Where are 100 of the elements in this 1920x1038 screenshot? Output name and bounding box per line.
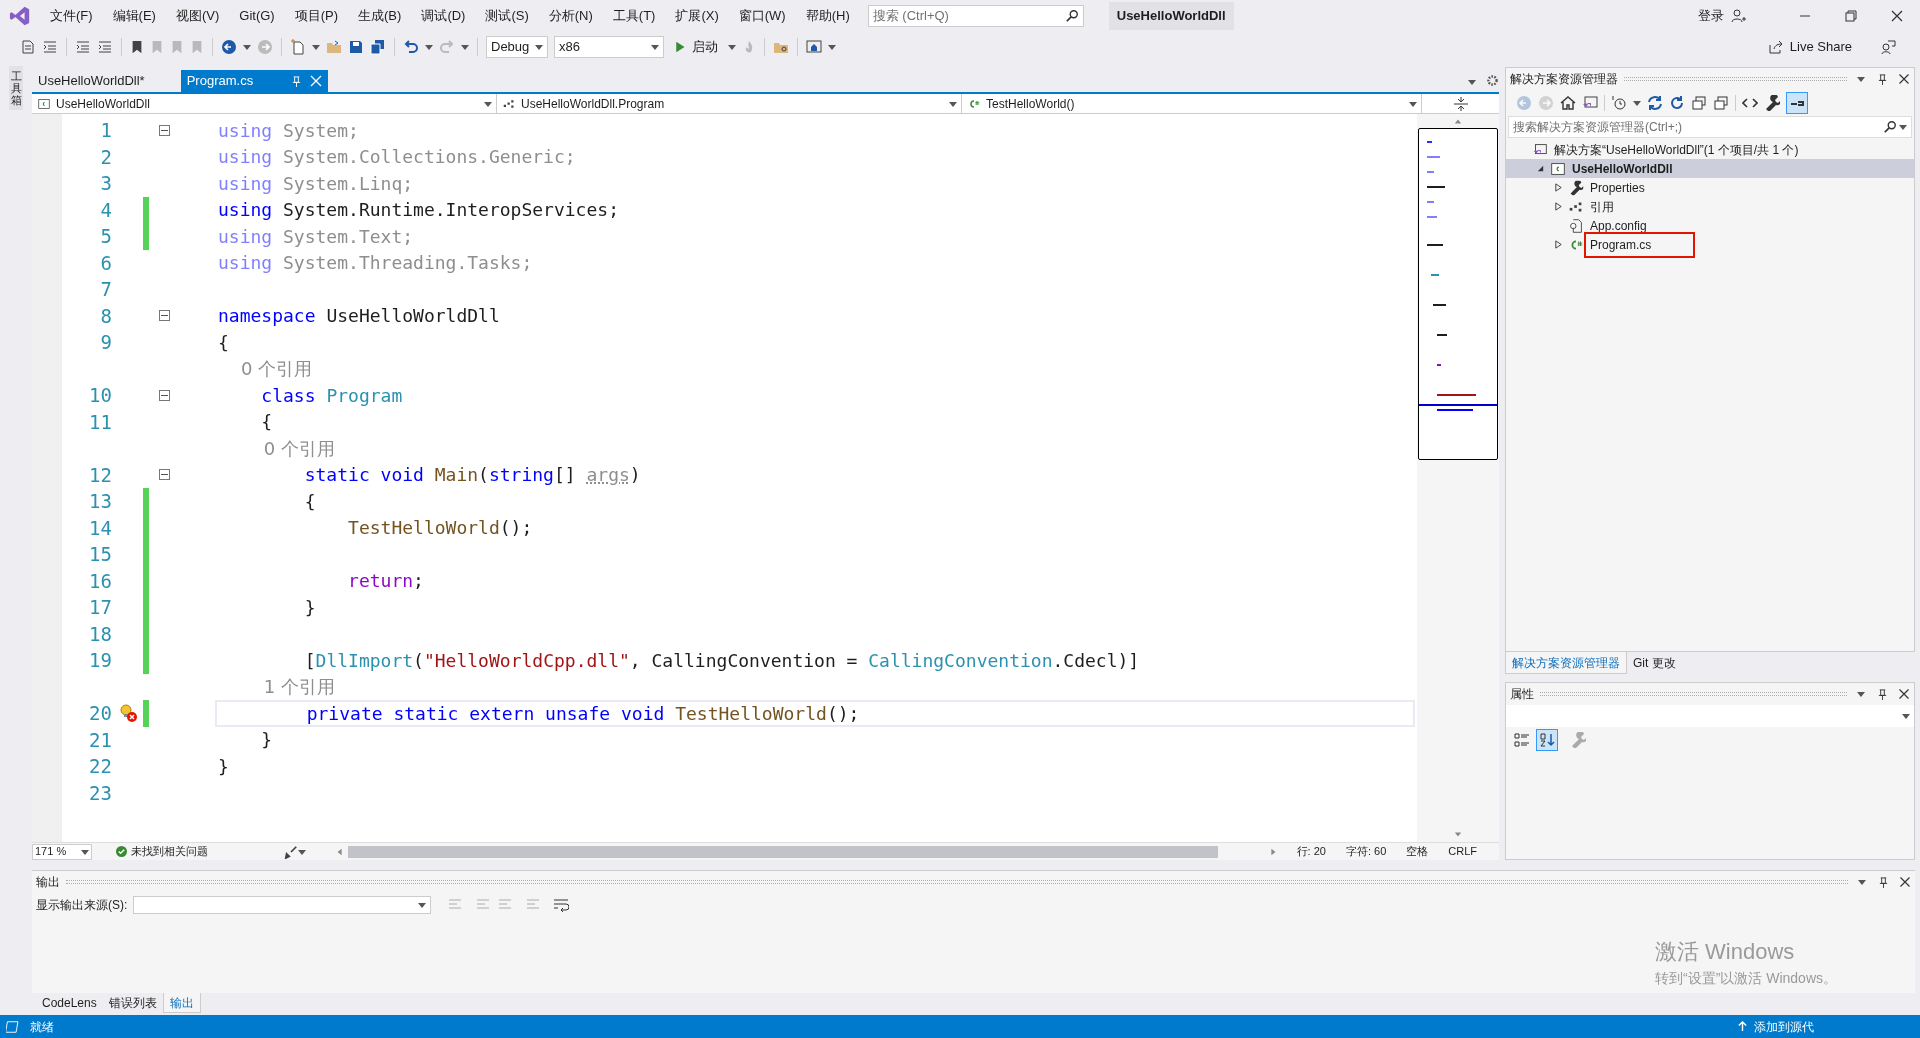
- search-field[interactable]: 搜索解决方案资源管理器(Ctrl+;): [1513, 118, 1883, 136]
- close-panel-icon[interactable]: [1898, 73, 1910, 85]
- collapse-toggle[interactable]: [158, 124, 170, 136]
- code-cleanup-icon[interactable]: [284, 844, 298, 859]
- search-box[interactable]: 搜索 (Ctrl+Q): [867, 5, 1084, 27]
- navigation-dropdown[interactable]: TestHelloWorld(): [962, 94, 1422, 113]
- bookmark-icon[interactable]: [130, 39, 144, 55]
- scroll-right-icon[interactable]: [1268, 847, 1277, 856]
- sign-in-link[interactable]: 登录: [1698, 6, 1724, 26]
- dropdown-caret-icon[interactable]: [1633, 99, 1641, 107]
- close-panel-icon[interactable]: [1899, 876, 1911, 888]
- settings-icon[interactable]: [1486, 74, 1499, 87]
- expand-arrow-icon[interactable]: [1553, 202, 1563, 211]
- word-wrap-icon[interactable]: [553, 897, 570, 913]
- collapse-toggle[interactable]: [158, 310, 170, 322]
- pin-icon[interactable]: [1877, 73, 1888, 85]
- lightbulb-error-icon[interactable]: [118, 703, 138, 724]
- dropdown-caret-icon[interactable]: [828, 43, 836, 51]
- account-icon[interactable]: [1730, 8, 1746, 24]
- horizontal-scrollbar-thumb[interactable]: [348, 845, 1218, 858]
- search-field[interactable]: 搜索 (Ctrl+Q): [872, 6, 1061, 26]
- search-options-icon[interactable]: [1899, 123, 1907, 131]
- toolbox-tab[interactable]: 工具箱: [9, 66, 23, 111]
- collapse-all-icon[interactable]: [1691, 95, 1707, 111]
- save-icon[interactable]: [348, 39, 364, 55]
- close-panel-icon[interactable]: [1898, 688, 1910, 700]
- refresh-icon[interactable]: [1669, 95, 1685, 111]
- pin-icon[interactable]: [1878, 876, 1889, 888]
- panel-tab[interactable]: 输出: [162, 993, 201, 1013]
- dropdown-caret-icon[interactable]: [425, 43, 433, 51]
- menu-item[interactable]: 帮助(H): [795, 0, 860, 32]
- browser-link-icon[interactable]: [806, 39, 822, 55]
- feedback-icon[interactable]: [1880, 39, 1896, 55]
- alphabetical-sort-icon[interactable]: [1539, 732, 1555, 748]
- menu-item[interactable]: 工具(T): [602, 0, 666, 32]
- tree-item[interactable]: Properties: [1506, 178, 1914, 197]
- line-ending-indicator[interactable]: CRLF: [1448, 843, 1477, 860]
- add-to-source-control-button[interactable]: 添加到源代: [1737, 1017, 1814, 1036]
- panel-tab[interactable]: 解决方案资源管理器: [1505, 652, 1627, 674]
- dropdown-caret-icon[interactable]: [312, 43, 320, 51]
- platform-dropdown[interactable]: x86: [554, 36, 664, 58]
- zoom-dropdown[interactable]: 171 %: [32, 843, 92, 860]
- dropdown-caret-icon[interactable]: [243, 43, 251, 51]
- pin-icon[interactable]: [291, 75, 303, 87]
- editor-tab[interactable]: UseHelloWorldDll*: [32, 70, 181, 92]
- menu-item[interactable]: 调试(D): [411, 0, 476, 32]
- new-item-icon[interactable]: [290, 39, 306, 55]
- issues-indicator[interactable]: 未找到相关问题: [116, 843, 276, 860]
- panel-tab[interactable]: 错误列表: [102, 993, 163, 1013]
- split-window-icon[interactable]: [1452, 95, 1469, 112]
- save-all-icon[interactable]: [370, 39, 386, 55]
- sync-icon[interactable]: [1647, 95, 1663, 111]
- categorized-icon[interactable]: [1514, 732, 1530, 748]
- navigation-dropdown[interactable]: UseHelloWorldDll.Program: [497, 94, 962, 113]
- menu-item[interactable]: 编辑(E): [102, 0, 166, 32]
- tab-list-icon[interactable]: [1468, 78, 1476, 86]
- dropdown-caret-icon[interactable]: [728, 43, 736, 51]
- collapse-toggle[interactable]: [158, 469, 170, 481]
- close-button[interactable]: [1891, 10, 1903, 22]
- properties-icon[interactable]: [1764, 95, 1780, 111]
- panel-menu-icon[interactable]: [1857, 75, 1865, 83]
- panel-menu-icon[interactable]: [1857, 690, 1865, 698]
- dropdown-caret-icon[interactable]: [461, 43, 469, 51]
- close-tab-icon[interactable]: [310, 75, 323, 87]
- switch-views-icon[interactable]: [1582, 95, 1598, 111]
- menu-item[interactable]: 测试(S): [475, 0, 539, 32]
- scroll-left-icon[interactable]: [336, 847, 344, 856]
- restore-button[interactable]: [1845, 10, 1857, 22]
- tree-item[interactable]: App.config: [1506, 216, 1914, 235]
- menu-item[interactable]: 生成(B): [348, 0, 412, 32]
- home-icon[interactable]: [1560, 95, 1576, 111]
- scroll-down-icon[interactable]: [1453, 831, 1463, 839]
- search-box[interactable]: 搜索解决方案资源管理器(Ctrl+;): [1508, 116, 1912, 138]
- panel-tab[interactable]: CodeLens: [36, 993, 103, 1013]
- show-all-files-icon[interactable]: [1713, 95, 1729, 111]
- navigation-dropdown[interactable]: UseHelloWorldDll: [32, 94, 497, 113]
- menu-item[interactable]: 文件(F): [40, 0, 103, 32]
- panel-tab[interactable]: Git 更改: [1627, 652, 1682, 674]
- panel-menu-icon[interactable]: [1858, 878, 1866, 886]
- live-share-button[interactable]: Live Share: [1763, 37, 1856, 57]
- back-icon[interactable]: [221, 39, 237, 55]
- tree-item[interactable]: 引用: [1506, 197, 1914, 216]
- menu-item[interactable]: 窗口(W): [728, 0, 796, 32]
- code-minimap[interactable]: [1418, 128, 1498, 460]
- configuration-dropdown[interactable]: Debug: [486, 36, 548, 58]
- expand-arrow-icon[interactable]: [1553, 183, 1563, 192]
- collapse-arrow-icon[interactable]: [1535, 164, 1545, 173]
- tree-item[interactable]: UseHelloWorldDll: [1506, 159, 1914, 178]
- menu-item[interactable]: 视图(V): [165, 0, 230, 32]
- menu-item[interactable]: 项目(P): [284, 0, 349, 32]
- pin-icon[interactable]: [1877, 688, 1888, 700]
- pending-changes-filter-icon[interactable]: [1611, 95, 1627, 111]
- comment-icon[interactable]: [20, 39, 36, 55]
- menu-item[interactable]: Git(G): [229, 0, 285, 32]
- expand-arrow-icon[interactable]: [1553, 240, 1563, 249]
- menu-item[interactable]: 扩展(X): [665, 0, 729, 32]
- collapse-toggle[interactable]: [158, 389, 170, 401]
- menu-item[interactable]: 分析(N): [538, 0, 603, 32]
- scroll-up-icon[interactable]: [1453, 117, 1463, 125]
- start-button[interactable]: 启动: [670, 37, 722, 57]
